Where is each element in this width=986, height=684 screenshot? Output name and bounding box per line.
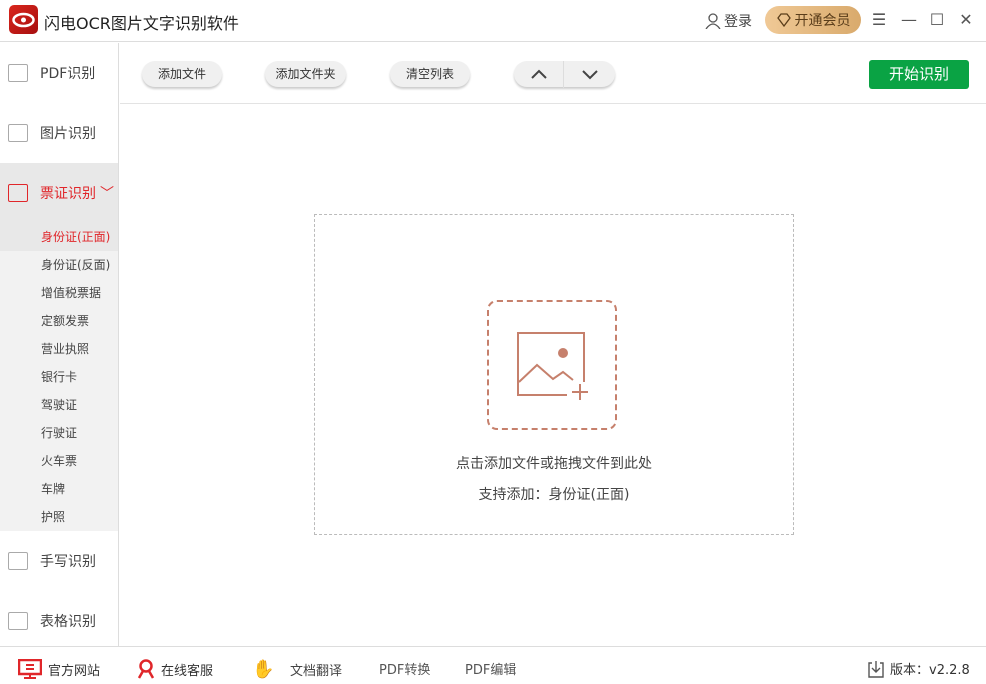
- pdf-convert-link[interactable]: PDF转换: [379, 659, 430, 678]
- login-label: 登录: [724, 14, 752, 30]
- user-service-icon: [137, 659, 155, 679]
- sub-item[interactable]: 营业执照: [0, 335, 118, 363]
- sub-item[interactable]: 护照: [0, 503, 118, 531]
- version-info[interactable]: 版本：v2.2.8: [868, 659, 970, 678]
- official-site-link[interactable]: 官方网站: [18, 659, 100, 679]
- sub-item[interactable]: 行驶证: [0, 419, 118, 447]
- diamond-icon: [776, 13, 791, 27]
- monitor-icon: [18, 659, 42, 679]
- footer-label: PDF编辑: [465, 663, 517, 678]
- app-logo-icon: [9, 5, 38, 34]
- footer-label: 官方网站: [48, 663, 101, 679]
- pdf-icon: [8, 64, 28, 82]
- title-bar: 闪电OCR图片文字识别软件 登录 开通会员 ☰ — ☐ ✕: [0, 0, 986, 42]
- support-text: 支持添加：身份证(正面): [478, 487, 630, 503]
- image-icon: [8, 124, 28, 142]
- vip-label: 开通会员: [794, 13, 851, 29]
- online-service-link[interactable]: 在线客服: [137, 659, 213, 679]
- chevron-up-icon: [530, 69, 547, 79]
- ticket-submenu: 身份证(正面) 身份证(反面) 增值税票据 定额发票 营业执照 银行卡 驾驶证 …: [0, 223, 118, 531]
- move-down-button[interactable]: [565, 61, 615, 89]
- table-icon: [8, 612, 28, 630]
- chevron-down-icon: [582, 70, 598, 80]
- sidebar-item-handwriting[interactable]: 手写识别: [0, 531, 118, 591]
- footer-label: 文档翻译: [290, 664, 343, 679]
- handwriting-icon: [8, 552, 28, 570]
- add-folder-button[interactable]: 添加文件夹: [265, 61, 346, 87]
- translate-link[interactable]: ✋ 文档翻译: [252, 659, 342, 680]
- download-icon: [868, 660, 884, 678]
- footer-label: PDF转换: [379, 663, 431, 678]
- menu-icon[interactable]: ☰: [870, 10, 888, 29]
- minimize-button[interactable]: —: [900, 10, 918, 29]
- sub-item[interactable]: 驾驶证: [0, 391, 118, 419]
- close-button[interactable]: ✕: [957, 10, 975, 29]
- footer-label: 在线客服: [161, 663, 214, 679]
- chevron-down-icon: ﹀: [100, 186, 114, 202]
- sub-item[interactable]: 增值税票据: [0, 279, 118, 307]
- add-file-button[interactable]: 添加文件: [142, 61, 222, 87]
- pdf-edit-link[interactable]: PDF编辑: [465, 659, 516, 678]
- nav-label: 票证识别: [40, 186, 96, 202]
- id-card-icon: [8, 184, 28, 202]
- sidebar-item-ticket[interactable]: 票证识别 ﹀: [0, 163, 118, 223]
- footer: 官方网站 在线客服 ✋ 文档翻译 PDF转换 PDF编辑 版本：v2.2.8: [0, 646, 986, 684]
- translate-icon: ✋: [252, 659, 275, 680]
- sub-item[interactable]: 定额发票: [0, 307, 118, 335]
- drop-hint: 点击添加文件或拖拽文件到此处: [456, 456, 652, 472]
- nav-label: 图片识别: [40, 126, 96, 142]
- move-up-button[interactable]: [514, 61, 564, 89]
- sub-item[interactable]: 车牌: [0, 475, 118, 503]
- add-image-icon: [487, 300, 617, 430]
- version-label: 版本：v2.2.8: [890, 663, 970, 678]
- toolbar: 添加文件 添加文件夹 清空列表 开始识别: [120, 43, 986, 104]
- sub-item[interactable]: 身份证(反面): [0, 251, 118, 279]
- start-recognition-button[interactable]: 开始识别: [869, 60, 969, 89]
- sidebar-item-image[interactable]: 图片识别: [0, 103, 118, 163]
- nav-label: 手写识别: [40, 554, 96, 570]
- maximize-button[interactable]: ☐: [928, 10, 946, 29]
- vip-button[interactable]: 开通会员: [765, 6, 861, 34]
- nav-label: 表格识别: [40, 614, 96, 630]
- drop-zone[interactable]: 点击添加文件或拖拽文件到此处 支持添加：身份证(正面): [314, 214, 794, 535]
- sidebar: PDF识别 图片识别 票证识别 ﹀ 身份证(正面) 身份证(反面) 增值税票据 定…: [0, 43, 119, 646]
- user-icon: [705, 13, 721, 29]
- sidebar-item-pdf[interactable]: PDF识别: [0, 43, 118, 103]
- login-button[interactable]: 登录: [705, 11, 752, 31]
- nav-label: PDF识别: [40, 66, 96, 82]
- sub-item[interactable]: 火车票: [0, 447, 118, 475]
- sub-item[interactable]: 银行卡: [0, 363, 118, 391]
- sub-item[interactable]: 身份证(正面): [0, 223, 118, 251]
- app-title: 闪电OCR图片文字识别软件: [44, 14, 239, 33]
- sidebar-item-table[interactable]: 表格识别: [0, 591, 118, 651]
- clear-list-button[interactable]: 清空列表: [390, 61, 470, 87]
